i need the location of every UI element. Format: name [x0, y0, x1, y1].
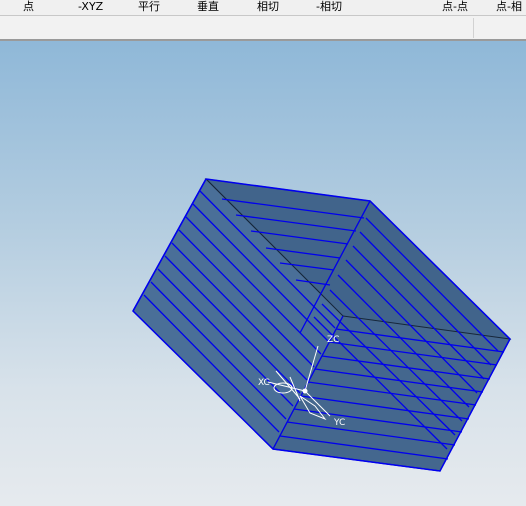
- toolbar-separator: [473, 18, 474, 38]
- zc-axis-label: ZC: [327, 335, 339, 345]
- yc-axis-label: YC: [333, 418, 345, 428]
- menu-item-xyz[interactable]: -XYZ: [78, 0, 103, 15]
- menu-item-perpendicular[interactable]: 垂直: [197, 0, 219, 15]
- model-scene: ZC XC YC: [132, 178, 512, 472]
- menu-item-point-tangent[interactable]: 点-相: [496, 0, 522, 15]
- xc-axis-label: XC: [258, 378, 270, 388]
- menu-item-parallel[interactable]: 平行: [138, 0, 160, 15]
- constraint-menu-bar: 点 -XYZ 平行 垂直 相切 -相切 点-点 点-相: [0, 0, 526, 15]
- menu-item-tangent[interactable]: 相切: [257, 0, 279, 15]
- menu-item-point-point[interactable]: 点-点: [442, 0, 468, 15]
- graphics-viewport[interactable]: ZC XC YC: [0, 41, 526, 506]
- menu-item-neg-tangent[interactable]: -相切: [316, 0, 342, 15]
- cad-window: 点 -XYZ 平行 垂直 相切 -相切 点-点 点-相 ZC XC YC: [0, 0, 526, 506]
- toolbar-strip: [0, 15, 526, 39]
- menu-item-point[interactable]: 点: [23, 0, 34, 15]
